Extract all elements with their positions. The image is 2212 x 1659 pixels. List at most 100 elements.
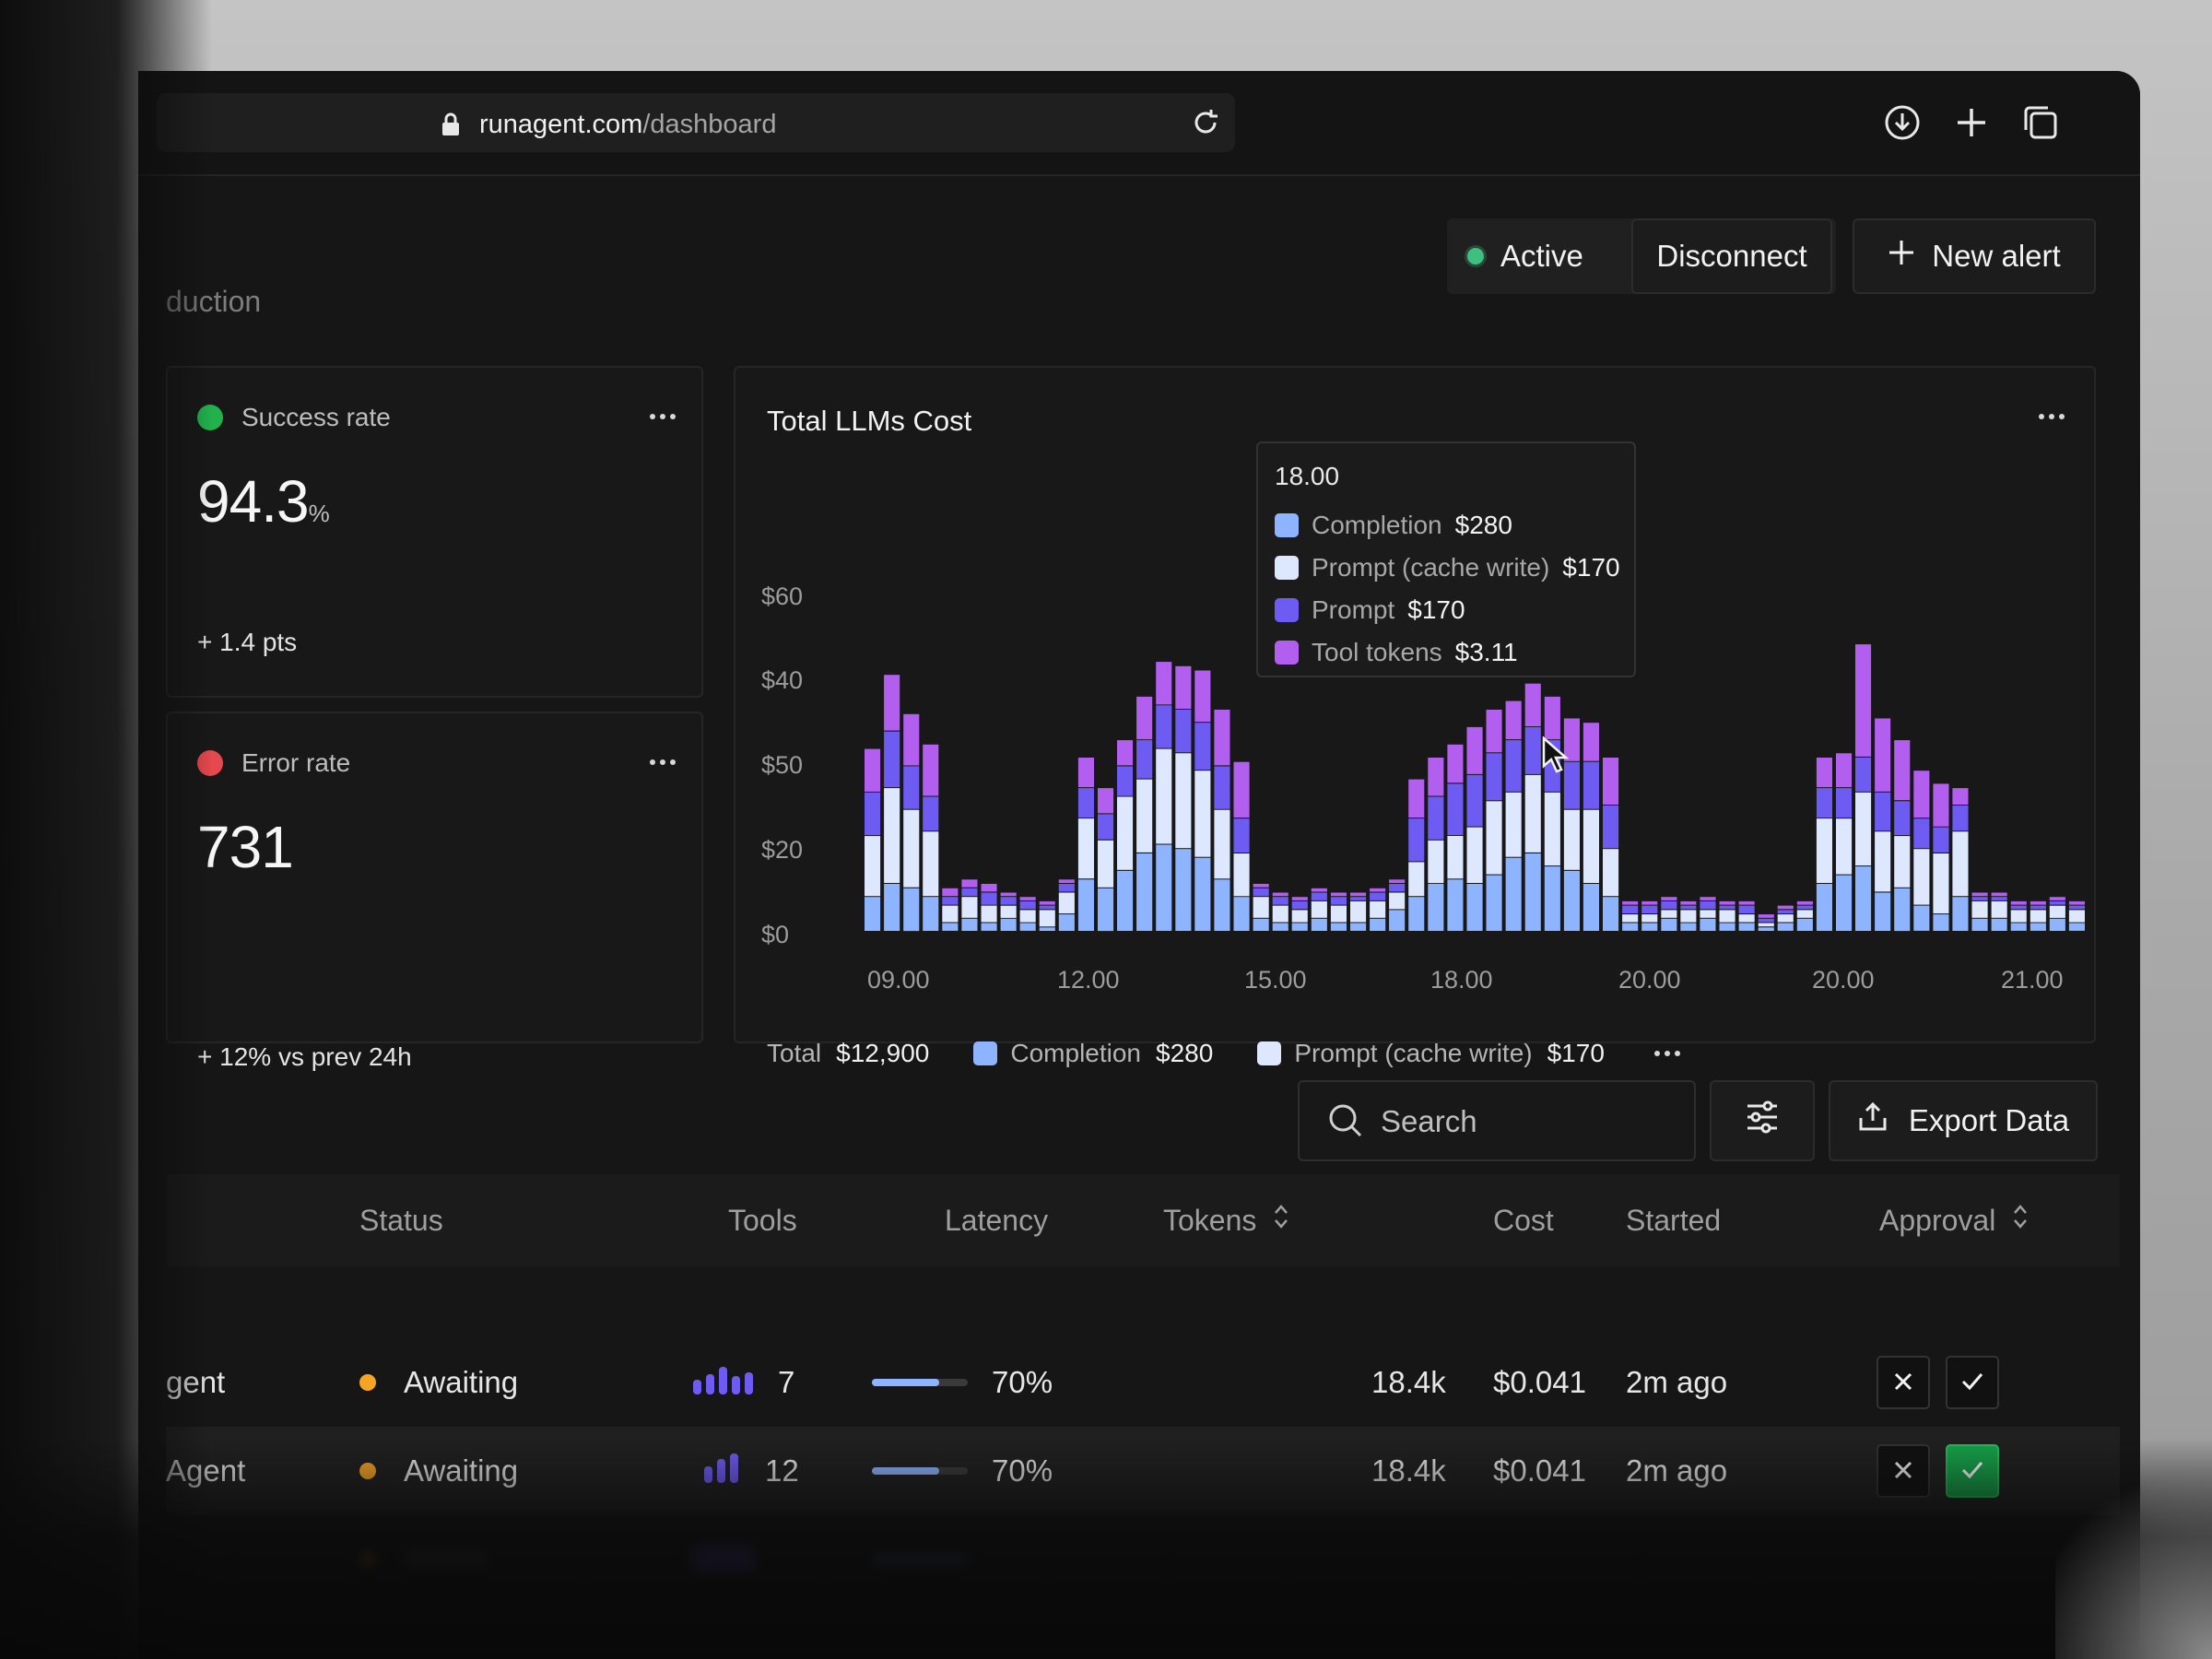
bar-segment[interactable] — [1350, 923, 1367, 931]
bar-segment[interactable] — [1563, 809, 1580, 870]
bar-segment[interactable] — [2049, 900, 2065, 905]
bar-segment[interactable] — [1933, 853, 1949, 914]
bar-segment[interactable] — [1330, 923, 1347, 931]
bar-segment[interactable] — [1486, 753, 1502, 801]
bar-segment[interactable] — [1175, 665, 1192, 710]
bar-segment[interactable] — [1603, 806, 1619, 849]
bar-segment[interactable] — [981, 884, 997, 892]
bar-segment[interactable] — [1039, 927, 1055, 931]
bar-segment[interactable] — [981, 905, 997, 923]
bar-segment[interactable] — [1700, 897, 1716, 900]
bar-segment[interactable] — [1272, 892, 1288, 897]
bar-segment[interactable] — [1524, 683, 1541, 726]
bar-segment[interactable] — [1894, 888, 1911, 932]
bar-segment[interactable] — [1233, 853, 1250, 897]
bar-segment[interactable] — [1836, 788, 1853, 818]
bar-segment[interactable] — [1272, 905, 1288, 923]
bar-segment[interactable] — [1000, 892, 1017, 897]
bar-segment[interactable] — [981, 923, 997, 931]
bar-segment[interactable] — [942, 888, 959, 897]
bar-segment[interactable] — [1544, 792, 1560, 866]
bar-segment[interactable] — [2030, 923, 2046, 931]
bar-segment[interactable] — [1311, 918, 1327, 931]
bar-segment[interactable] — [1039, 900, 1055, 905]
bar-segment[interactable] — [1136, 696, 1153, 740]
bar-segment[interactable] — [2030, 905, 2046, 910]
column-cost[interactable]: Cost — [1493, 1174, 1554, 1266]
bar-segment[interactable] — [2030, 900, 2046, 905]
bar-segment[interactable] — [1447, 744, 1464, 783]
bar-segment[interactable] — [1680, 910, 1697, 923]
bar-segment[interactable] — [2068, 905, 2085, 910]
bar-segment[interactable] — [1583, 723, 1599, 761]
bar-segment[interactable] — [2010, 923, 2027, 931]
bar-segment[interactable] — [1524, 774, 1541, 853]
bar-segment[interactable] — [1933, 914, 1949, 931]
bar-segment[interactable] — [1622, 905, 1639, 913]
bar-segment[interactable] — [1466, 726, 1483, 774]
bar-segment[interactable] — [1330, 892, 1347, 897]
bar-segment[interactable] — [942, 897, 959, 905]
bar-segment[interactable] — [1622, 914, 1639, 923]
bar-segment[interactable] — [1175, 753, 1192, 849]
bar-segment[interactable] — [1214, 809, 1230, 879]
bar-segment[interactable] — [1058, 884, 1075, 892]
bar-segment[interactable] — [1039, 905, 1055, 910]
column-latency[interactable]: Latency — [945, 1174, 1048, 1266]
bar-segment[interactable] — [884, 788, 900, 883]
bar-segment[interactable] — [1370, 892, 1386, 900]
bar-segment[interactable] — [1389, 910, 1406, 931]
bar-segment[interactable] — [1330, 897, 1347, 905]
column-status[interactable]: Status — [359, 1174, 443, 1266]
bar-segment[interactable] — [1836, 818, 1853, 875]
bar-segment[interactable] — [1796, 910, 1813, 918]
bar-segment[interactable] — [1505, 857, 1522, 931]
bar-segment[interactable] — [1913, 771, 1930, 818]
bar-segment[interactable] — [1370, 888, 1386, 892]
bar-segment[interactable] — [903, 713, 920, 766]
bar-segment[interactable] — [1447, 836, 1464, 879]
bar-segment[interactable] — [1098, 888, 1114, 932]
bar-segment[interactable] — [1738, 900, 1755, 905]
bar-segment[interactable] — [1156, 705, 1172, 748]
bar-segment[interactable] — [1700, 918, 1716, 931]
bar-segment[interactable] — [961, 888, 978, 897]
reject-button[interactable] — [1877, 1356, 1930, 1409]
bar-segment[interactable] — [1816, 788, 1832, 818]
bar-segment[interactable] — [1875, 792, 1891, 831]
bar-segment[interactable] — [1272, 923, 1288, 931]
bar-segment[interactable] — [1913, 849, 1930, 905]
bar-segment[interactable] — [1019, 897, 1036, 900]
bar-segment[interactable] — [1253, 888, 1269, 897]
bar-segment[interactable] — [923, 897, 939, 931]
bar-segment[interactable] — [1194, 723, 1211, 771]
bar-segment[interactable] — [1000, 918, 1017, 931]
bar-segment[interactable] — [1583, 761, 1599, 809]
bar-segment[interactable] — [2049, 897, 2065, 900]
bar-segment[interactable] — [1077, 788, 1094, 818]
bar-segment[interactable] — [2049, 905, 2065, 918]
bar-segment[interactable] — [1524, 726, 1541, 774]
bar-segment[interactable] — [884, 884, 900, 931]
bar-segment[interactable] — [2010, 910, 2027, 923]
bar-segment[interactable] — [923, 796, 939, 831]
bar-segment[interactable] — [1544, 866, 1560, 931]
bar-segment[interactable] — [1486, 710, 1502, 753]
bar-segment[interactable] — [1098, 840, 1114, 888]
bar-segment[interactable] — [1836, 875, 1853, 931]
bar-segment[interactable] — [1350, 897, 1367, 900]
bar-segment[interactable] — [1583, 809, 1599, 883]
bar-segment[interactable] — [1719, 923, 1735, 931]
bar-segment[interactable] — [1253, 897, 1269, 918]
bar-segment[interactable] — [1117, 766, 1134, 796]
bar-segment[interactable] — [1913, 905, 1930, 931]
bar-segment[interactable] — [1505, 700, 1522, 740]
bar-segment[interactable] — [2068, 900, 2085, 905]
bar-segment[interactable] — [1000, 897, 1017, 905]
new-alert-button[interactable]: New alert — [1853, 218, 2096, 294]
bar-segment[interactable] — [865, 836, 881, 897]
bar-segment[interactable] — [1603, 849, 1619, 897]
bar-segment[interactable] — [1952, 806, 1969, 831]
bar-segment[interactable] — [1019, 923, 1036, 931]
bar-segment[interactable] — [1058, 914, 1075, 931]
